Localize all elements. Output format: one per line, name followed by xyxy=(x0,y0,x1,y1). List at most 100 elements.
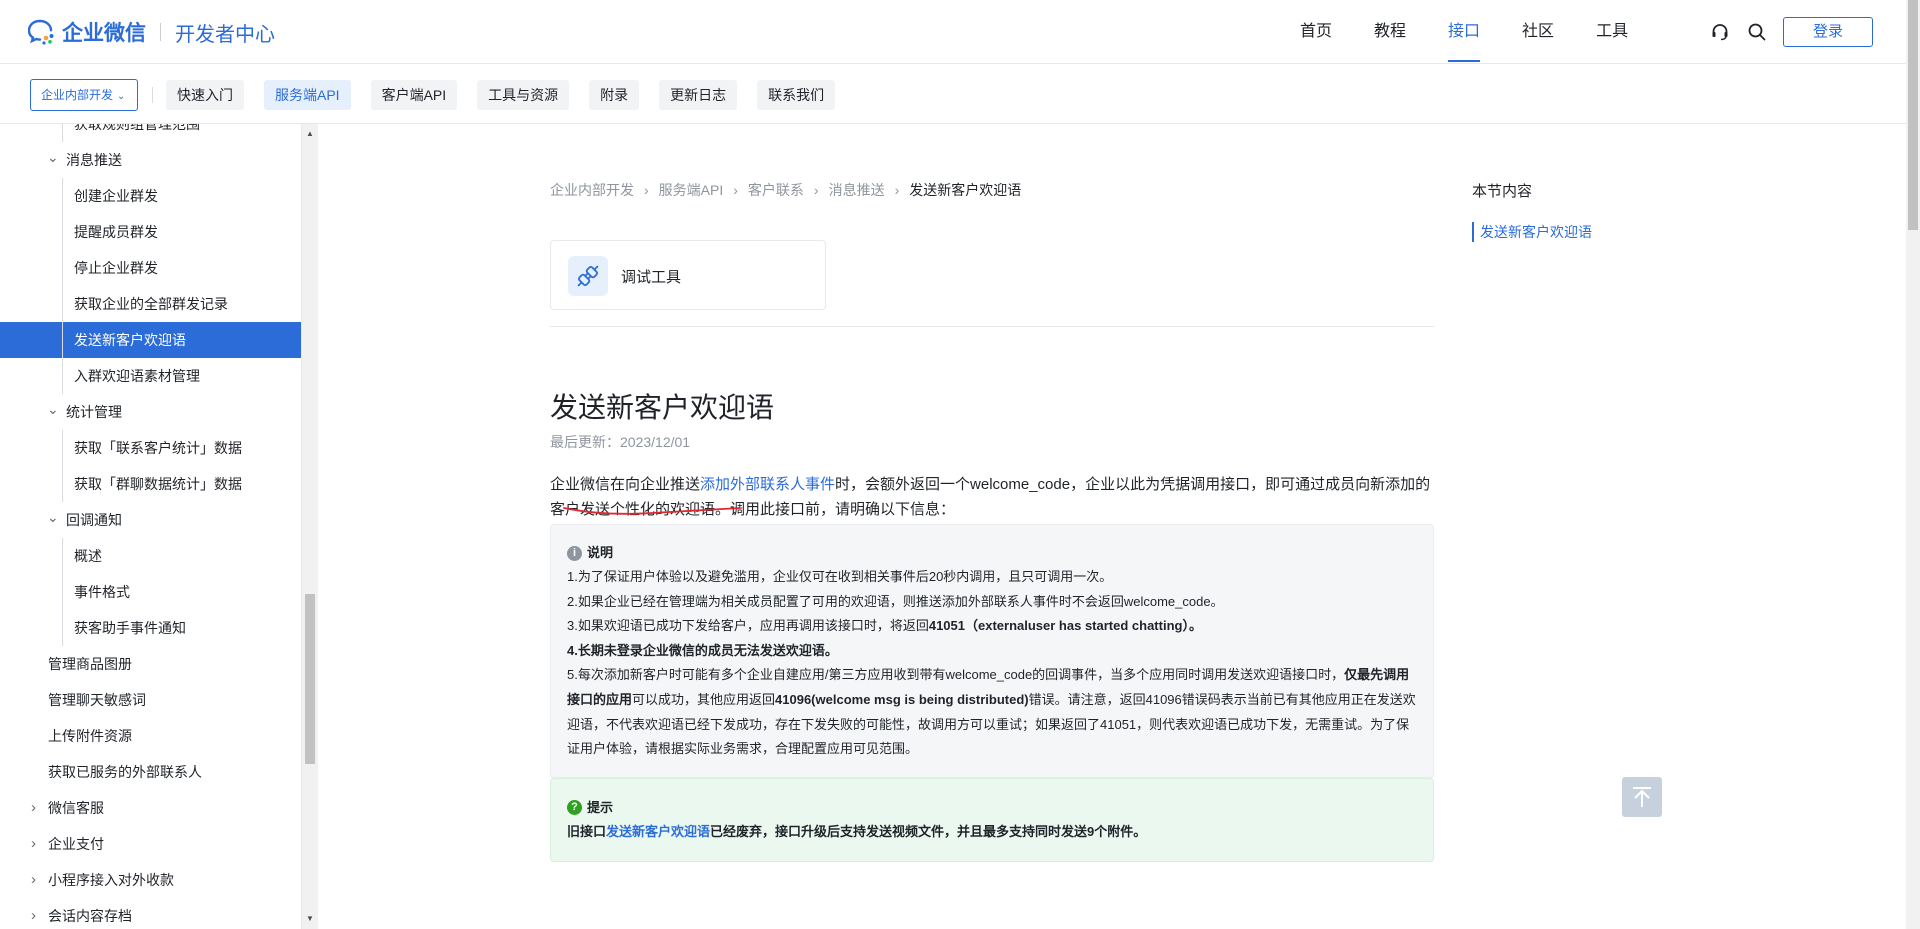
top-header: 企业微信 开发者中心 首页 教程 接口 社区 工具 登录 xyxy=(0,0,1906,64)
sidebar-item[interactable]: 获取已服务的外部联系人 xyxy=(0,754,301,790)
chevron-down-icon: ⌄ xyxy=(117,91,126,102)
sidebar-item[interactable]: 统计管理 ⌄ xyxy=(0,391,301,430)
chevron-right-icon[interactable]: › xyxy=(31,898,36,929)
sidebar-item[interactable]: 事件格式 xyxy=(0,574,301,610)
sidebar-item-label: 获客助手事件通知 xyxy=(74,620,186,636)
table-of-contents: 本节内容 发送新客户欢迎语 xyxy=(1472,180,1672,242)
sidebar-item-label: 回调通知 xyxy=(66,512,122,528)
sidebar-item-label: 获取企业的全部群发记录 xyxy=(74,296,228,312)
subnav-contact[interactable]: 联系我们 xyxy=(757,80,836,110)
nav-tutorial[interactable]: 教程 xyxy=(1374,0,1406,64)
sidebar-item[interactable]: 微信客服 › xyxy=(0,790,301,826)
chevron-right-icon[interactable]: › xyxy=(31,826,36,862)
chevron-right-icon: › xyxy=(644,182,649,198)
sidebar-scroll-thumb[interactable] xyxy=(305,594,315,764)
sidebar-item[interactable]: 管理聊天敏感词 xyxy=(0,682,301,718)
sidebar-item[interactable]: 管理商品图册 xyxy=(0,646,301,682)
chevron-down-icon[interactable]: ⌄ xyxy=(47,499,59,535)
wecom-logo-icon xyxy=(28,19,54,45)
subnav-quickstart[interactable]: 快速入门 xyxy=(166,80,244,110)
tip-text-part: 旧接口 xyxy=(567,824,607,839)
scroll-down-arrow-icon[interactable]: ▼ xyxy=(306,914,314,923)
breadcrumb-current: 发送新客户欢迎语 xyxy=(909,182,1022,198)
info-icon: i xyxy=(567,545,582,561)
headset-icon[interactable] xyxy=(1710,22,1730,42)
note-box: i 说明 1.为了保证用户体验以及避免滥用，企业仅可在收到相关事件后20秒内调用… xyxy=(550,524,1434,778)
sidebar-item-label: 企业支付 xyxy=(48,836,104,852)
sidebar-item-label: 获取规则组管理范围 xyxy=(74,124,200,132)
logo-divider xyxy=(160,23,161,41)
note-line: 5.每次添加新客户时可能有多个企业自建应用/第三方应用收到带有welcome_c… xyxy=(567,663,1417,761)
debug-tool-icon-box xyxy=(568,256,608,296)
dev-type-dropdown[interactable]: 企业内部开发 ⌄ xyxy=(30,79,138,111)
sidebar-item-label: 停止企业群发 xyxy=(74,260,158,276)
nav-home[interactable]: 首页 xyxy=(1300,0,1332,64)
sidebar-item-label: 事件格式 xyxy=(74,584,130,600)
back-to-top-button[interactable] xyxy=(1622,777,1662,817)
sidebar-item[interactable]: 上传附件资源 xyxy=(0,718,301,754)
nav-community[interactable]: 社区 xyxy=(1522,0,1554,64)
chevron-down-icon[interactable]: ⌄ xyxy=(47,139,59,175)
divider xyxy=(550,326,1434,327)
page-scrollbar[interactable] xyxy=(1906,0,1920,929)
page-scroll-thumb[interactable] xyxy=(1908,0,1918,230)
sidebar-item[interactable]: 会话内容存档 › xyxy=(0,898,301,929)
sidebar-item[interactable]: 发送新客户欢迎语 xyxy=(0,322,301,358)
sidebar-item[interactable]: 获取「联系客户统计」数据 xyxy=(0,430,301,466)
subnav-changelog[interactable]: 更新日志 xyxy=(659,80,738,110)
scroll-up-arrow-icon[interactable]: ▲ xyxy=(306,129,314,138)
chevron-down-icon[interactable]: ⌄ xyxy=(47,391,59,427)
sidebar-item[interactable]: 创建企业群发 xyxy=(0,178,301,214)
note-bold: 4.长期未登录企业微信的成员无法发送欢迎语。 xyxy=(567,642,838,658)
subnav-tools-resources[interactable]: 工具与资源 xyxy=(477,80,570,110)
sidebar-item[interactable]: 回调通知 ⌄ xyxy=(0,499,301,538)
sidebar-item-label: 创建企业群发 xyxy=(74,188,158,204)
toc-title: 本节内容 xyxy=(1472,183,1533,200)
sidebar-item[interactable]: 停止企业群发 xyxy=(0,250,301,286)
login-button[interactable]: 登录 xyxy=(1783,17,1873,47)
sidebar-item[interactable]: 提醒成员群发 xyxy=(0,214,301,250)
add-external-contact-event-link[interactable]: 添加外部联系人事件 xyxy=(700,476,835,493)
search-icon[interactable] xyxy=(1747,22,1767,42)
handwritten-underline-annotation xyxy=(563,507,741,515)
tip-text: 旧接口发送新客户欢迎语已经废弃，接口升级后支持发送视频文件，并且最多支持同时发送… xyxy=(567,819,1417,844)
sidebar-item[interactable]: 获取「群聊数据统计」数据 xyxy=(0,466,301,502)
chevron-right-icon[interactable]: › xyxy=(31,790,36,826)
sidebar-item-label: 统计管理 xyxy=(66,404,122,420)
sidebar-item[interactable]: 入群欢迎语素材管理 xyxy=(0,358,301,394)
subnav-appendix[interactable]: 附录 xyxy=(589,80,640,110)
sidebar-item[interactable]: 获取企业的全部群发记录 xyxy=(0,286,301,322)
subnav-divider xyxy=(152,87,153,103)
nav-tools[interactable]: 工具 xyxy=(1596,0,1628,64)
subnav-client-api[interactable]: 客户端API xyxy=(370,80,458,110)
sidebar-item[interactable]: 获客助手事件通知 xyxy=(0,610,301,646)
sidebar-item[interactable]: 企业支付 › xyxy=(0,826,301,862)
sidebar-item[interactable]: 概述 xyxy=(0,538,301,574)
top-nav: 首页 教程 接口 社区 工具 xyxy=(1300,0,1670,64)
help-icon: ? xyxy=(567,799,582,815)
breadcrumb-item[interactable]: 服务端API xyxy=(659,182,724,198)
logo[interactable]: 企业微信 开发者中心 xyxy=(28,18,275,46)
sidebar-item[interactable]: 获取规则组管理范围 xyxy=(0,124,301,142)
debug-tool-card[interactable]: 调试工具 xyxy=(550,240,826,310)
sidebar-item-label: 管理商品图册 xyxy=(48,656,132,672)
subnav-server-api[interactable]: 服务端API xyxy=(264,80,351,110)
sub-nav: 快速入门 服务端API 客户端API 工具与资源 附录 更新日志 联系我们 xyxy=(166,80,855,110)
breadcrumb-item[interactable]: 消息推送 xyxy=(829,182,885,198)
breadcrumb-item[interactable]: 客户联系 xyxy=(748,182,804,198)
note-text: 5.每次添加新客户时可能有多个企业自建应用/第三方应用收到带有welcome_c… xyxy=(567,667,1345,683)
note-line: 3.如果欢迎语已成功下发给客户，应用再调用该接口时，将返回41051（exter… xyxy=(567,614,1417,639)
toc-item[interactable]: 发送新客户欢迎语 xyxy=(1472,222,1592,242)
sidebar-item[interactable]: 消息推送 ⌄ xyxy=(0,139,301,178)
chevron-right-icon[interactable]: › xyxy=(31,862,36,898)
sidebar-item-label: 小程序接入对外收款 xyxy=(48,872,174,888)
nav-api[interactable]: 接口 xyxy=(1448,0,1481,64)
arrow-up-icon xyxy=(1634,789,1650,807)
sidebar-item-label: 概述 xyxy=(74,548,102,564)
chevron-right-icon: › xyxy=(813,182,819,198)
sidebar-scrollbar[interactable]: ▲ ▼ xyxy=(302,124,318,929)
old-welcome-api-link[interactable]: 发送新客户欢迎语 xyxy=(606,824,710,839)
intro-text: 企业微信在向企业推送 xyxy=(550,476,701,493)
breadcrumb-item[interactable]: 企业内部开发 xyxy=(550,182,634,198)
sidebar-item[interactable]: 小程序接入对外收款 › xyxy=(0,862,301,898)
